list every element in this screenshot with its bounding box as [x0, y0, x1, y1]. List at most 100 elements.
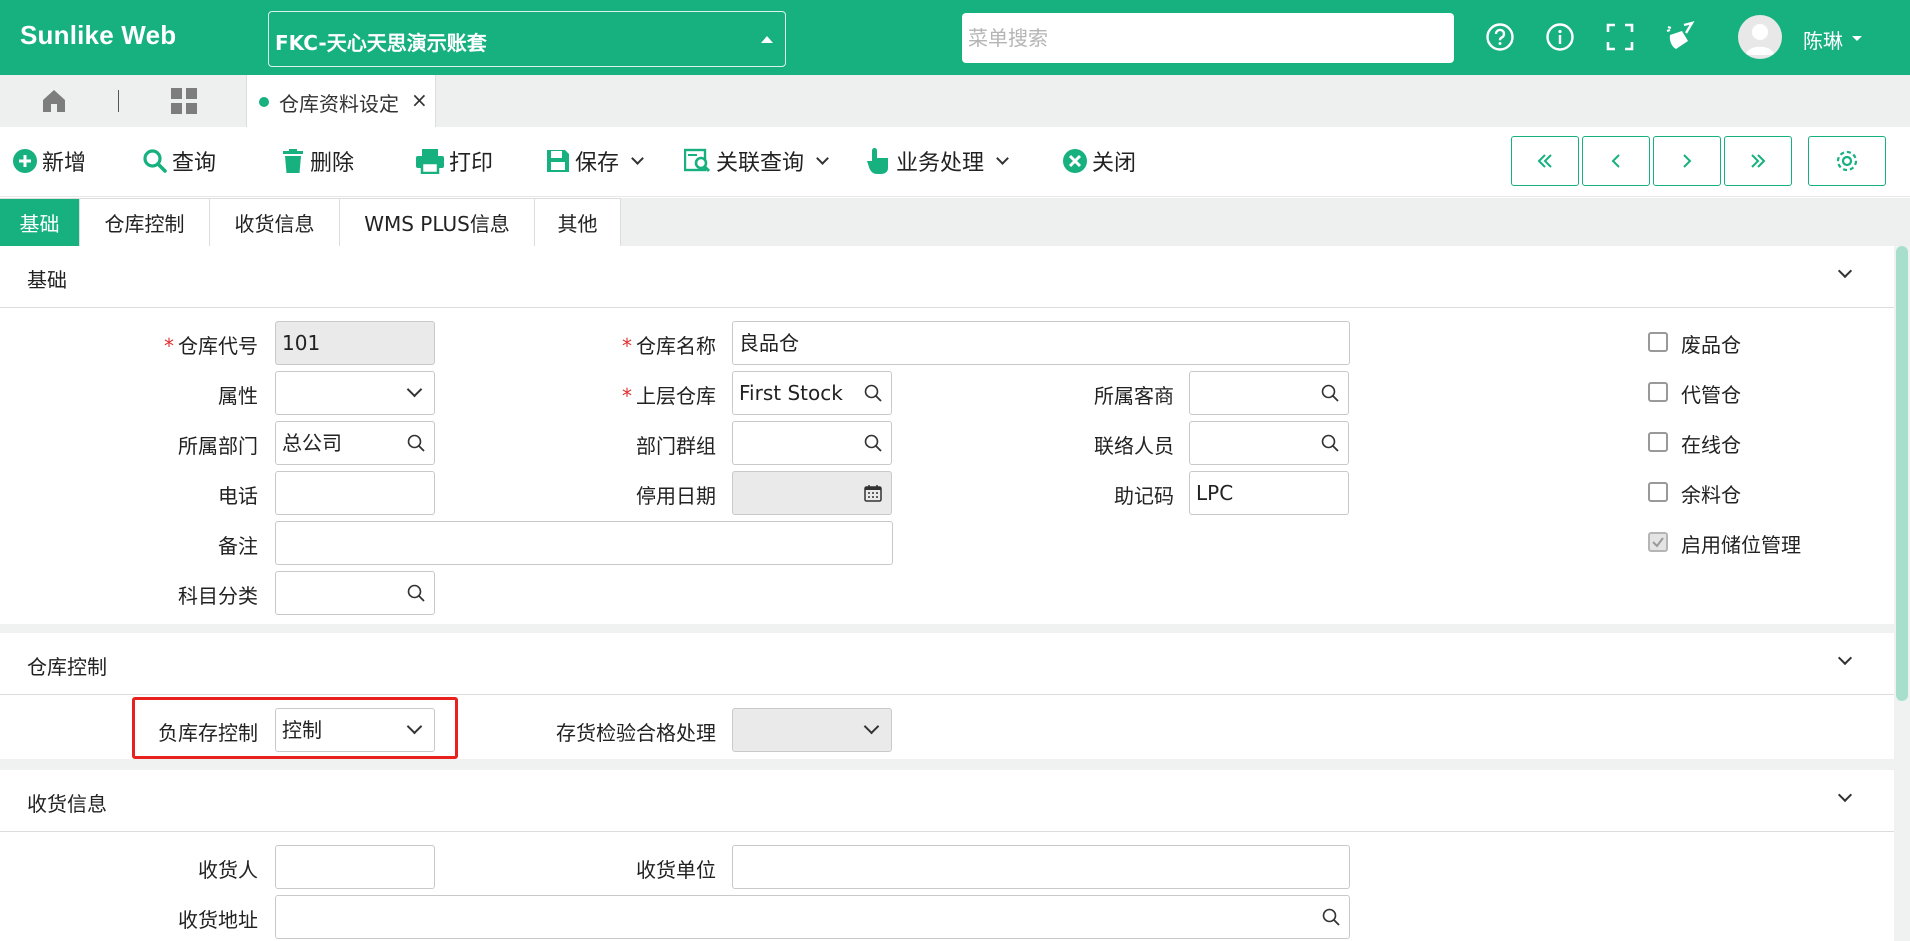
double-chevron-right-icon [1751, 154, 1766, 168]
attribute-select[interactable] [275, 371, 435, 415]
settings-button[interactable] [1808, 136, 1886, 186]
search-icon [1321, 384, 1339, 402]
customer-label: 所属客商 [1094, 384, 1174, 408]
tab-warehouse-setup[interactable]: 仓库资料设定 × [246, 75, 436, 127]
chevron-down-icon[interactable] [1837, 263, 1853, 279]
phone-label: 电话 [218, 484, 258, 508]
checkbox-label: 启用储位管理 [1681, 533, 1801, 557]
mnemonic-field[interactable]: LPC [1189, 471, 1349, 515]
vertical-scrollbar[interactable] [1896, 246, 1908, 701]
negative-stock-label: 负库存控制 [158, 721, 258, 745]
brand-logo: Sunlike Web [20, 20, 177, 50]
first-record-button[interactable] [1511, 136, 1579, 186]
checkbox-surplus-warehouse[interactable] [1648, 482, 1668, 502]
contact-label: 联络人员 [1094, 434, 1174, 458]
address-field[interactable] [275, 895, 1350, 939]
negative-stock-select[interactable]: 控制 [275, 708, 435, 752]
chevron-down-icon[interactable] [1837, 787, 1853, 803]
save-button[interactable]: 保存 [545, 143, 644, 179]
close-tab-icon[interactable]: × [411, 88, 428, 112]
checkbox-enable-location-mgmt[interactable] [1648, 532, 1668, 552]
tab-other[interactable]: 其他 [535, 198, 621, 246]
tab-receipt-info[interactable]: 收货信息 [210, 198, 340, 246]
parent-warehouse-field[interactable]: First Stock [732, 371, 892, 415]
menu-search-input[interactable] [962, 13, 1454, 63]
info-icon[interactable] [1543, 20, 1577, 54]
form-content: 基础 * 仓库代号 101 * 仓库名称 良品仓 属性 * 上层仓库 First St… [0, 246, 1910, 941]
chevron-down-icon [406, 718, 423, 735]
inspection-select[interactable] [732, 708, 892, 752]
receiver-unit-field[interactable] [732, 845, 1350, 889]
inspection-label: 存货检验合格处理 [556, 721, 716, 745]
mnemonic-label: 助记码 [1114, 484, 1174, 508]
apps-grid-icon[interactable] [170, 87, 198, 115]
customer-field[interactable] [1189, 371, 1349, 415]
checkbox-label: 余料仓 [1681, 483, 1741, 507]
related-query-button[interactable]: 关联查询 [684, 143, 829, 179]
business-process-button[interactable]: 业务处理 [866, 143, 1009, 179]
chevron-down-icon[interactable] [816, 151, 829, 165]
disable-date-field[interactable] [732, 471, 892, 515]
double-chevron-left-icon [1537, 154, 1552, 168]
checkbox-online-warehouse[interactable] [1648, 432, 1668, 452]
toolbar: 新增 查询 删除 打印 保存 关联查询 业务处理 关闭 [0, 127, 1910, 197]
query-button[interactable]: 查询 [142, 143, 216, 179]
search-icon [864, 434, 882, 452]
section-receipt-info: 收货信息 收货人 收货单位 收货地址 [0, 770, 1894, 941]
home-icon[interactable] [40, 87, 68, 115]
contact-field[interactable] [1189, 421, 1349, 465]
warehouse-name-label: * 仓库名称 [622, 334, 716, 358]
close-button[interactable]: 关闭 [1062, 143, 1136, 179]
checkbox-scrap-warehouse[interactable] [1648, 332, 1668, 352]
clear-cache-broom-icon[interactable] [1663, 20, 1697, 54]
warehouse-name-field[interactable]: 良品仓 [732, 321, 1350, 365]
department-group-field[interactable] [732, 421, 892, 465]
remark-label: 备注 [218, 534, 258, 558]
section-header[interactable]: 仓库控制 [0, 633, 1894, 695]
delete-button[interactable]: 删除 [280, 143, 354, 179]
chevron-down-icon[interactable] [631, 151, 644, 165]
account-name: FKC-天心天思演示账套 [275, 31, 487, 55]
gear-icon [1836, 150, 1858, 172]
tab-warehouse-control[interactable]: 仓库控制 [80, 198, 210, 246]
section-title: 基础 [27, 268, 67, 292]
page-tab-bar: 仓库资料设定 × [0, 75, 1910, 127]
warehouse-code-field[interactable]: 101 [275, 321, 435, 365]
phone-field[interactable] [275, 471, 435, 515]
receiver-field[interactable] [275, 845, 435, 889]
user-avatar[interactable] [1738, 15, 1782, 59]
section-header[interactable]: 收货信息 [0, 770, 1894, 832]
subject-category-field[interactable] [275, 571, 435, 615]
search-icon [1322, 908, 1340, 926]
tab-basic[interactable]: 基础 [0, 198, 80, 246]
search-icon [407, 434, 425, 452]
search-icon [1321, 434, 1339, 452]
previous-record-button[interactable] [1582, 136, 1650, 186]
department-field[interactable]: 总公司 [275, 421, 435, 465]
account-selector[interactable]: FKC-天心天思演示账套 [268, 11, 786, 67]
user-name[interactable]: 陈琳 [1803, 25, 1843, 54]
printer-icon [416, 149, 444, 174]
caret-down-icon[interactable] [1852, 36, 1862, 41]
tab-divider [118, 90, 119, 112]
section-title: 收货信息 [27, 792, 107, 816]
chevron-down-icon[interactable] [1837, 650, 1853, 666]
trash-icon [283, 149, 303, 173]
add-circle-icon [13, 149, 37, 173]
new-button[interactable]: 新增 [12, 143, 86, 179]
remark-field[interactable] [275, 521, 893, 565]
tab-wms-plus[interactable]: WMS PLUS信息 [340, 198, 535, 246]
subject-category-label: 科目分类 [178, 584, 258, 608]
calendar-icon [864, 485, 882, 502]
next-record-button[interactable] [1653, 136, 1721, 186]
section-header[interactable]: 基础 [0, 246, 1894, 308]
fullscreen-icon[interactable] [1603, 20, 1637, 54]
last-record-button[interactable] [1724, 136, 1792, 186]
help-icon[interactable] [1483, 20, 1517, 54]
print-button[interactable]: 打印 [415, 143, 493, 179]
chevron-down-icon[interactable] [996, 151, 1009, 165]
checkbox-label: 废品仓 [1681, 333, 1741, 357]
chevron-right-icon [1683, 154, 1692, 168]
checkbox-consignment-warehouse[interactable] [1648, 382, 1668, 402]
check-icon [1652, 537, 1664, 548]
